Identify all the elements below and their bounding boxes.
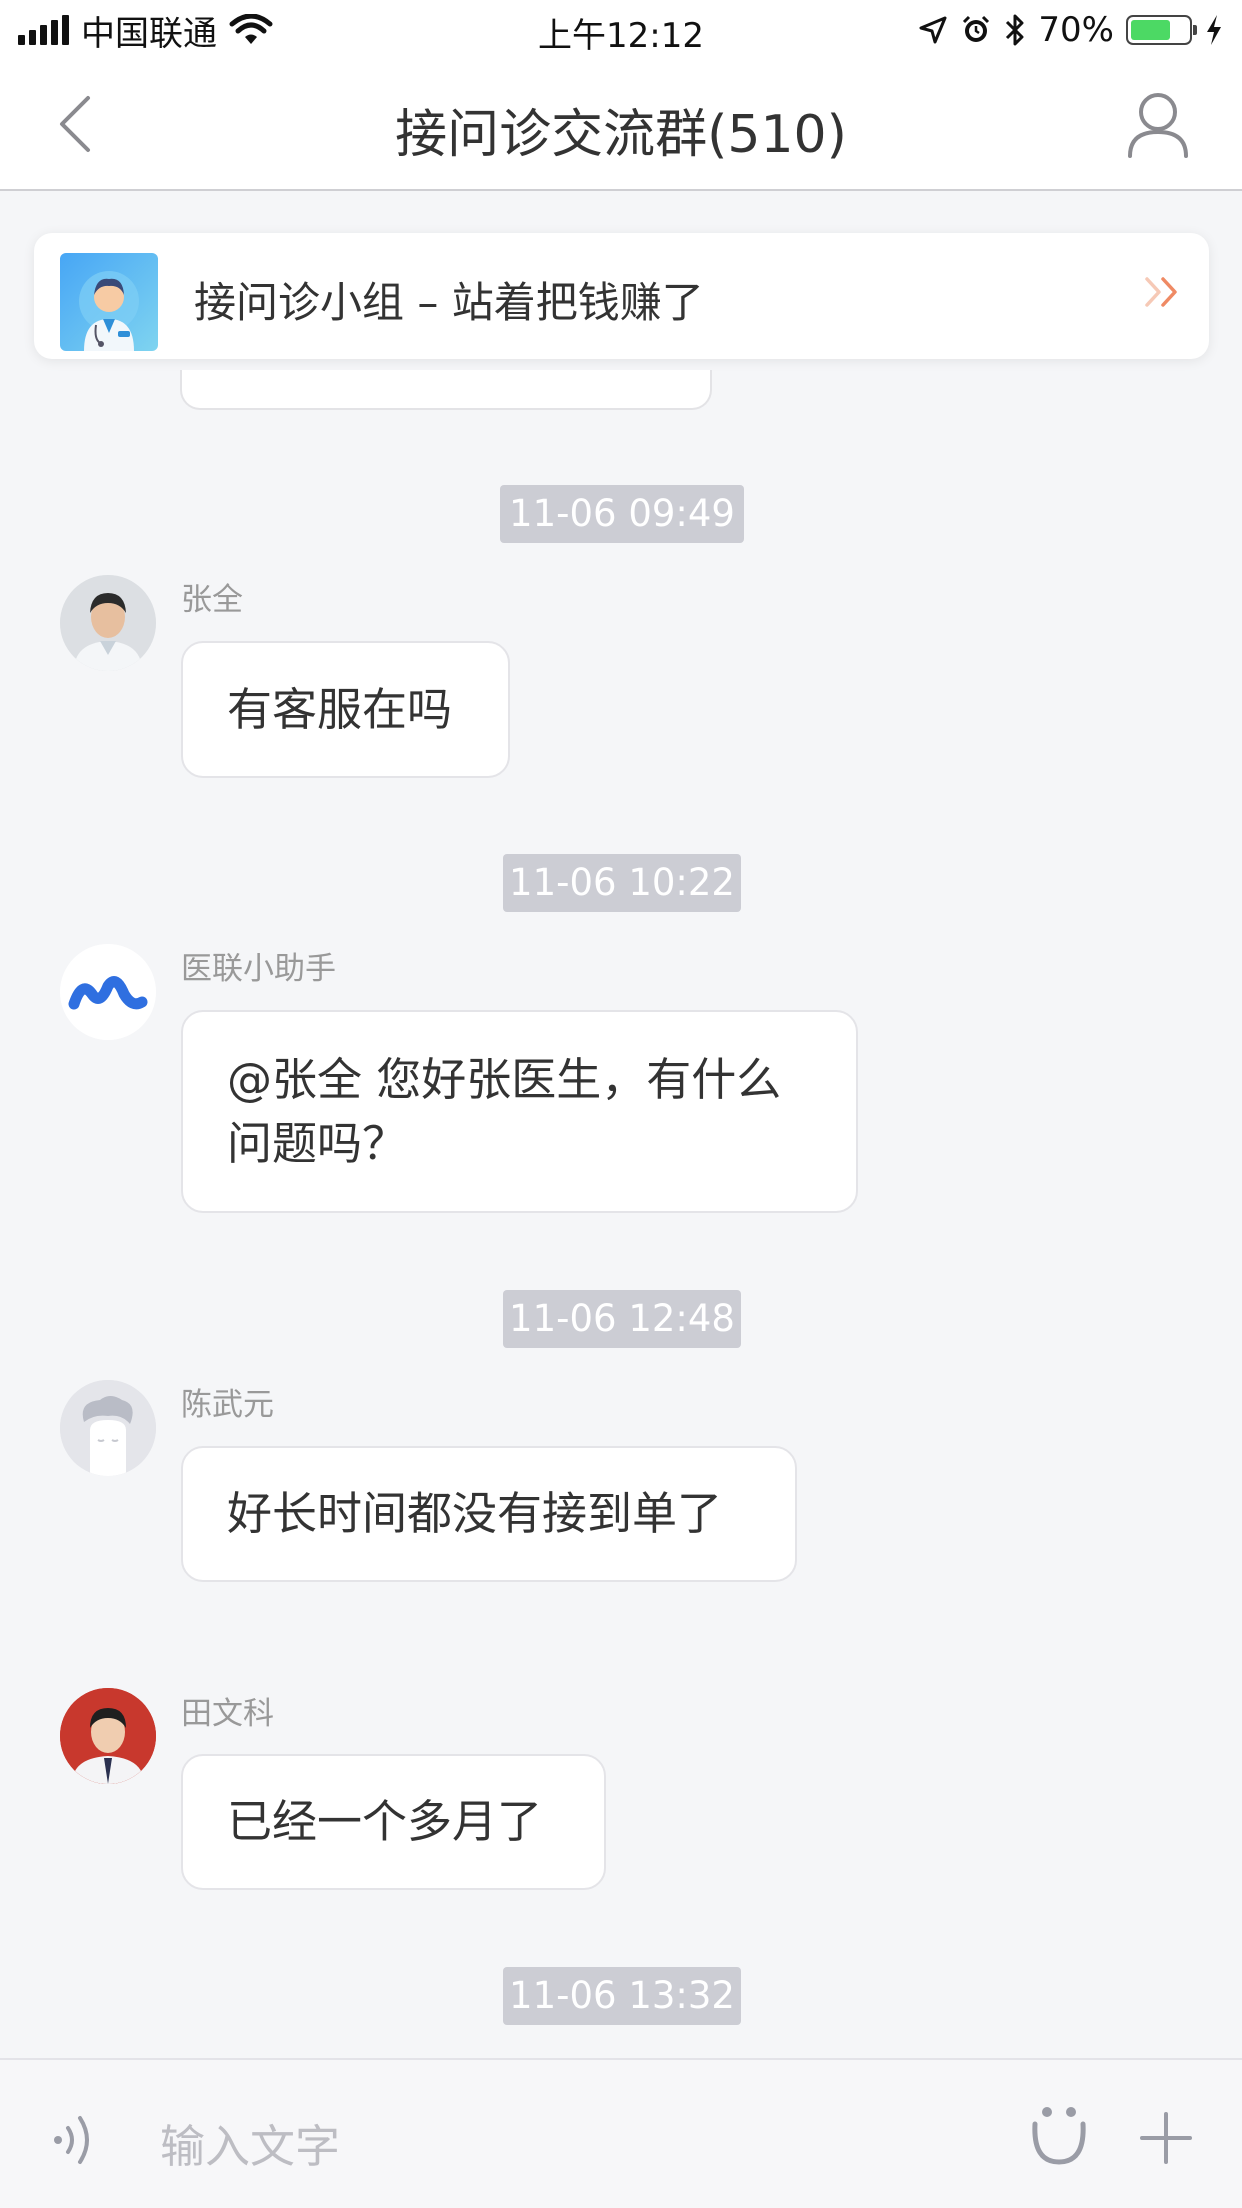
battery-icon <box>1126 15 1197 45</box>
message-timestamp: 11-06 09:49 <box>500 485 744 543</box>
charging-icon <box>1207 15 1221 45</box>
group-members-icon[interactable] <box>1126 90 1190 158</box>
message-bubble[interactable]: 已经一个多月了 <box>181 1754 606 1890</box>
emoji-icon[interactable] <box>1030 2104 1088 2166</box>
partial-message-bubble <box>180 370 712 410</box>
avatar[interactable] <box>60 944 156 1040</box>
plus-icon[interactable] <box>1140 2112 1192 2164</box>
avatar[interactable] <box>60 575 156 671</box>
location-icon <box>919 16 947 44</box>
alarm-icon <box>963 15 990 42</box>
message-text: 已经一个多月了 <box>227 1795 543 1848</box>
sender-name: 张全 <box>181 582 243 618</box>
message-timestamp: 11-06 12:48 <box>503 1290 741 1348</box>
group-banner[interactable]: 接问诊小组 – 站着把钱赚了 <box>34 233 1209 359</box>
doctor-thumbnail <box>60 253 158 351</box>
status-bar: 中国联通 上午12:12 70% <box>0 0 1242 60</box>
double-chevron-right-icon <box>1145 277 1177 307</box>
page-title: 接问诊交流群(510) <box>395 105 847 165</box>
default-avatar-icon <box>60 1380 156 1476</box>
message-timestamp: 11-06 13:32 <box>503 1967 741 2025</box>
status-right: 70% <box>918 8 1224 52</box>
sender-name: 陈武元 <box>181 1387 274 1423</box>
avatar[interactable] <box>60 1688 156 1784</box>
avatar[interactable] <box>60 1380 156 1476</box>
sender-name: 医联小助手 <box>181 951 336 987</box>
banner-title: 接问诊小组 – 站着把钱赚了 <box>194 278 704 327</box>
message-text-line: 问题吗？ <box>227 1117 408 1170</box>
voice-icon[interactable] <box>52 2110 96 2170</box>
input-bar: 输入文字 <box>0 2058 1242 2208</box>
message-timestamp: 11-06 10:22 <box>503 854 741 912</box>
battery-fill <box>1131 20 1171 40</box>
message-text: 有客服在吗 <box>227 682 453 736</box>
message-bubble[interactable]: 有客服在吗 <box>181 641 510 778</box>
message-text: 好长时间都没有接到单了 <box>227 1487 723 1540</box>
user-photo-icon <box>60 575 156 671</box>
sender-name: 田文科 <box>181 1696 274 1732</box>
doctor-icon <box>79 271 139 351</box>
battery-percent: 70% <box>1038 10 1114 50</box>
message-input[interactable]: 输入文字 <box>160 2110 340 2175</box>
bluetooth-icon <box>1006 14 1024 46</box>
message-bubble[interactable]: 好长时间都没有接到单了 <box>181 1446 797 1582</box>
nav-bar: 接问诊交流群(510) <box>0 60 1242 191</box>
message-text-line: @张全 您好张医生，有什么 <box>227 1053 782 1106</box>
message-bubble[interactable]: @张全 您好张医生，有什么 问题吗？ <box>181 1010 858 1213</box>
user-photo-icon <box>60 1688 156 1784</box>
assistant-logo-icon <box>60 944 156 1040</box>
